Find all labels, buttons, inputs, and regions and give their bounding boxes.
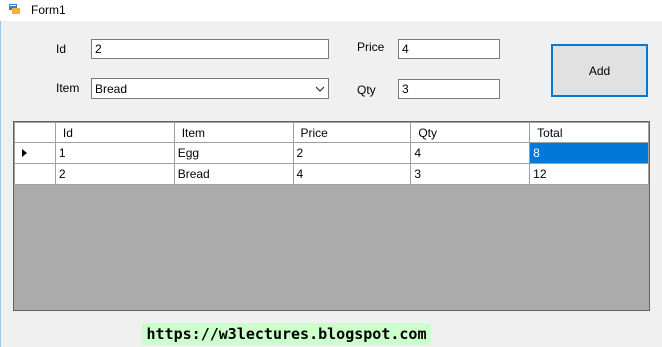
cell-id[interactable]: 1 xyxy=(54,142,175,164)
table-row[interactable]: 1 Egg 2 4 8 xyxy=(14,142,649,164)
column-header-total[interactable]: Total xyxy=(529,122,649,143)
column-header-id[interactable]: Id xyxy=(54,122,175,143)
window-border xyxy=(0,21,1,347)
table-row[interactable]: 2 Bread 4 3 12 xyxy=(14,163,649,185)
item-combobox-value: Bread xyxy=(95,82,128,96)
column-header-price[interactable]: Price xyxy=(292,122,412,143)
cell-item[interactable]: Bread xyxy=(173,163,294,185)
cell-price[interactable]: 4 xyxy=(292,163,412,185)
cell-total[interactable]: 12 xyxy=(529,163,649,185)
cell-total[interactable]: 8 xyxy=(529,142,649,164)
current-row-arrow-icon xyxy=(22,149,27,157)
title-bar: Form1 xyxy=(0,0,662,21)
qty-textbox[interactable] xyxy=(398,79,500,99)
data-grid[interactable]: Id Item Price Qty Total 1 Egg 2 4 8 2 Br… xyxy=(13,121,650,311)
app-form-icon xyxy=(9,4,20,14)
cell-item[interactable]: Egg xyxy=(173,142,294,164)
watermark-url: https://w3lectures.blogspot.com xyxy=(142,323,431,345)
column-header-item[interactable]: Item xyxy=(173,122,294,143)
price-label: Price xyxy=(357,40,385,54)
cell-qty[interactable]: 3 xyxy=(410,163,531,185)
grid-table: Id Item Price Qty Total 1 Egg 2 4 8 2 Br… xyxy=(14,122,649,185)
item-combobox[interactable]: Bread xyxy=(91,78,329,99)
cell-id[interactable]: 2 xyxy=(54,163,175,185)
price-textbox[interactable] xyxy=(398,39,500,59)
column-header-qty[interactable]: Qty xyxy=(410,122,531,143)
window-title: Form1 xyxy=(31,3,66,17)
row-header[interactable] xyxy=(14,163,56,185)
grid-corner-header[interactable] xyxy=(14,122,56,143)
row-header[interactable] xyxy=(14,142,56,164)
cell-qty[interactable]: 4 xyxy=(410,142,531,164)
chevron-down-icon[interactable] xyxy=(315,84,325,94)
add-button[interactable]: Add xyxy=(551,44,648,97)
id-label: Id xyxy=(56,42,67,56)
grid-header-row: Id Item Price Qty Total xyxy=(14,122,649,143)
id-textbox[interactable] xyxy=(91,39,329,59)
cell-price[interactable]: 2 xyxy=(292,142,412,164)
item-label: Item xyxy=(56,81,80,95)
qty-label: Qty xyxy=(357,83,376,97)
